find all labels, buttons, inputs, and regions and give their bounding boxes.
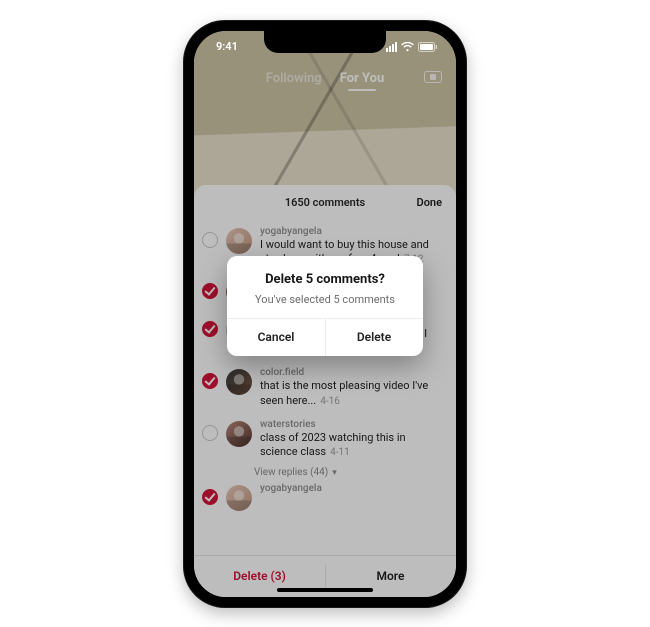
phone-frame: 9:41 Following For You 1650 comments [183, 20, 467, 608]
cancel-button[interactable]: Cancel [227, 319, 325, 356]
delete-button[interactable]: Delete [325, 319, 423, 356]
screen: 9:41 Following For You 1650 comments [194, 31, 456, 597]
status-bar: 9:41 [194, 31, 456, 63]
battery-icon [418, 42, 438, 52]
modal-title: Delete 5 comments? [241, 272, 409, 287]
confirm-delete-modal: Delete 5 comments? You've selected 5 com… [227, 256, 423, 356]
modal-message: You've selected 5 comments [241, 293, 409, 306]
wifi-icon [401, 42, 414, 52]
home-indicator[interactable] [277, 588, 373, 592]
status-icons [386, 42, 438, 52]
status-time: 9:41 [216, 40, 238, 53]
cellular-icon [386, 42, 397, 52]
